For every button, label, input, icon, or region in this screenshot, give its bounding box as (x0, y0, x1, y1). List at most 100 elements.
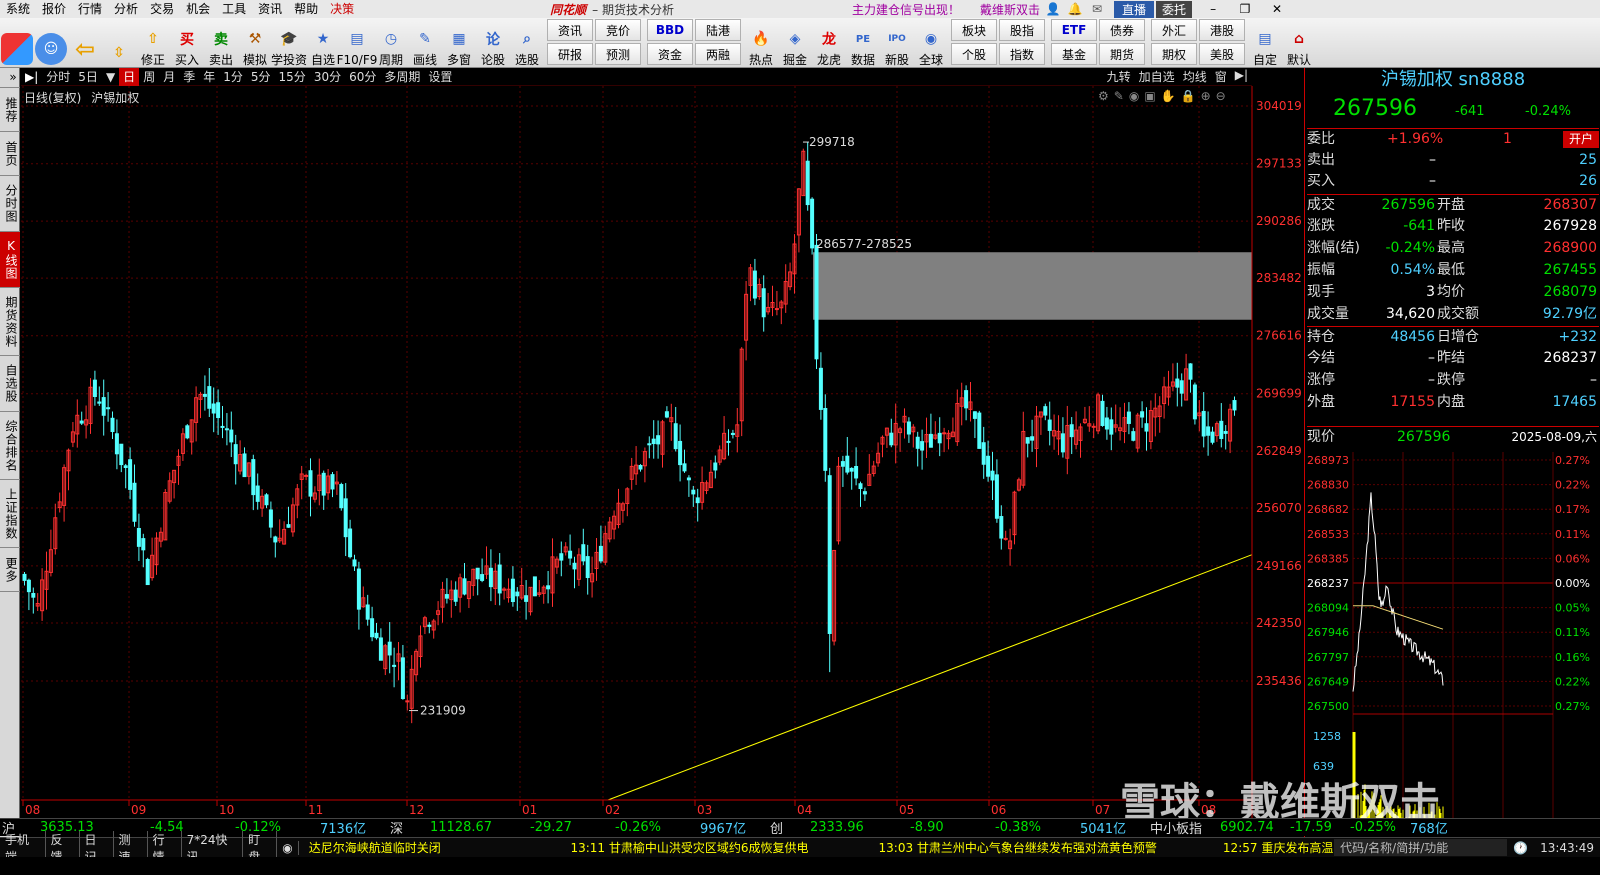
grid2-stock[interactable]: 个股 (951, 43, 997, 65)
toolbar-btn-multiwindow[interactable]: ▦ 多窗 (443, 19, 475, 67)
assistant-button[interactable]: ☺ (35, 19, 67, 67)
search-input[interactable]: 代码/名称/简拼/功能 (1334, 839, 1508, 856)
grid2-hk[interactable]: 港股 (1199, 19, 1245, 41)
menu-decision[interactable]: 决策 (324, 0, 360, 18)
menu-trade[interactable]: 交易 (144, 0, 180, 18)
tool-jiuzhuan[interactable]: 九转 (1103, 68, 1135, 85)
ad-link-2[interactable]: 戴维斯双击 (980, 1, 1040, 18)
news-item-1[interactable]: 达尼尔海峡航道临时关闭 (309, 839, 501, 856)
news-scroll-icon[interactable]: ◉ (277, 840, 299, 855)
tab-more[interactable]: 更多 (0, 548, 20, 592)
tab-futures-info[interactable]: 期货资料 (0, 288, 20, 356)
delegate-button[interactable]: 委托 (1156, 0, 1193, 18)
grid1-bbd[interactable]: BBD (647, 19, 693, 41)
menu-news[interactable]: 资讯 (252, 0, 288, 18)
ad-link-1[interactable]: 主力建仓信号出现！ (852, 1, 960, 18)
period-5day[interactable]: 5日 (74, 68, 102, 86)
toolbar-btn-f10[interactable]: ▤ F10/F9 (337, 19, 378, 67)
tool-ma[interactable]: 均线 (1179, 68, 1211, 85)
grid1-research[interactable]: 研报 (547, 43, 593, 65)
toolbar-btn-dragon[interactable]: 龙龙虎 (813, 19, 845, 67)
menu-help[interactable]: 帮助 (288, 0, 324, 18)
period-week[interactable]: 周 (139, 68, 159, 86)
mail-icon[interactable]: ✉ (1088, 2, 1106, 16)
toolbar-btn-period[interactable]: ◷ 周期 (375, 19, 407, 67)
grid1-auction[interactable]: 竞价 (595, 19, 641, 41)
grid2-forex[interactable]: 外汇 (1151, 19, 1197, 41)
bell-icon[interactable]: 🔔 (1066, 2, 1084, 16)
zx-index[interactable]: 6902.74 (1220, 820, 1290, 835)
grid2-fund[interactable]: 基金 (1051, 43, 1097, 65)
tab-recommend[interactable]: 推荐 (0, 88, 20, 132)
period-multi[interactable]: 多周期 (380, 68, 424, 86)
toolbar-btn-global[interactable]: ◉ 全球 (915, 19, 947, 67)
toolbar-btn-default[interactable]: ⌂ 默认 (1283, 19, 1315, 67)
period-60min[interactable]: 60分 (345, 68, 380, 86)
period-15min[interactable]: 15分 (275, 68, 310, 86)
toolbar-btn-screener[interactable]: ⌕ 选股 (511, 19, 543, 67)
toolbar-btn-simulate[interactable]: ⚒ 模拟 (239, 19, 271, 67)
grid2-us[interactable]: 美股 (1199, 43, 1245, 65)
app-logo-button[interactable] (1, 19, 33, 67)
restore-icon[interactable]: ❐ (1234, 2, 1256, 16)
tool-add-watch[interactable]: 加自选 (1135, 68, 1179, 85)
grid1-forecast[interactable]: 预测 (595, 43, 641, 65)
trend-line[interactable] (607, 554, 1253, 801)
toolbar-btn-custom[interactable]: ▤ 自定 (1249, 19, 1281, 67)
menu-tools[interactable]: 工具 (216, 0, 252, 18)
period-30min[interactable]: 30分 (310, 68, 345, 86)
back-button[interactable]: ⇦ (69, 19, 101, 67)
period-month[interactable]: 月 (159, 68, 179, 86)
grid1-margin[interactable]: 两融 (695, 43, 741, 65)
toolbar-btn-hot[interactable]: 🔥 热点 (745, 19, 777, 67)
toolbar-btn-forum[interactable]: 论论股 (477, 19, 509, 67)
live-button[interactable]: 直播 (1114, 0, 1155, 18)
tab-sh-index[interactable]: 上证指数 (0, 480, 20, 548)
menu-quote[interactable]: 报价 (36, 0, 72, 18)
toolbar-btn-fix[interactable]: ⇧ 修正 (137, 19, 169, 67)
toolbar-btn-buy[interactable]: 买买入 (171, 19, 203, 67)
grid1-hk-connect[interactable]: 陆港 (695, 19, 741, 41)
expand-icon[interactable]: ▶| (21, 68, 42, 86)
toolbar-btn-data[interactable]: PE 数据 (847, 19, 879, 68)
period-1min[interactable]: 1分 (219, 68, 247, 86)
grid1-funds[interactable]: 资金 (647, 43, 693, 65)
close-icon[interactable]: ✕ (1266, 2, 1288, 16)
menu-analysis[interactable]: 分析 (108, 0, 144, 18)
period-5min[interactable]: 5分 (247, 68, 275, 86)
period-settings[interactable]: 设置 (424, 68, 456, 86)
menu-market[interactable]: 行情 (72, 0, 108, 18)
grid2-index-futures[interactable]: 股指 (999, 19, 1045, 41)
period-timeshare[interactable]: 分时 (42, 68, 74, 86)
toolbar-btn-sell[interactable]: 卖卖出 (205, 19, 237, 67)
period-year[interactable]: 年 (199, 68, 219, 86)
user-icon[interactable]: 👤 (1044, 2, 1062, 16)
toolbar-btn-mine[interactable]: ◈ 掘金 (779, 19, 811, 67)
period-dropdown-icon[interactable]: ▼ (102, 68, 119, 86)
news-item-3[interactable]: 13:03 甘肃兰州中心气象台继续发布强对流黄色预警 (879, 839, 1157, 856)
up-down-button[interactable]: ⇳ (103, 19, 135, 67)
menu-opportunity[interactable]: 机会 (180, 0, 216, 18)
grid2-sector[interactable]: 板块 (951, 19, 997, 41)
period-quarter[interactable]: 季 (179, 68, 199, 86)
sz-index[interactable]: 11128.67 (430, 820, 530, 835)
tab-kline[interactable]: K线图 (0, 232, 20, 288)
tab-ranking[interactable]: 综合排名 (0, 412, 20, 480)
grid2-futures[interactable]: 期货 (1099, 43, 1145, 65)
kline-chart[interactable]: 304019 297133 290286 283482 276616 269699 2628… (21, 86, 1304, 818)
minimize-icon[interactable]: – (1202, 2, 1224, 16)
toolbar-btn-draw[interactable]: ✎ 画线 (409, 19, 441, 67)
grid2-bond[interactable]: 债券 (1099, 19, 1145, 41)
open-account-button[interactable]: 开户 (1562, 131, 1599, 148)
toolbar-btn-ipo[interactable]: IPO 新股 (881, 19, 913, 67)
grid2-index[interactable]: 指数 (999, 43, 1045, 65)
tab-timeshare[interactable]: 分时图 (0, 176, 20, 232)
news-item-2[interactable]: 13:11 甘肃榆中山洪受灾区域约6成恢复供电 (570, 839, 808, 856)
toolbar-btn-learn[interactable]: 🎓 学投资 (271, 19, 307, 67)
grid1-news[interactable]: 资讯 (547, 19, 593, 41)
grid2-options[interactable]: 期权 (1151, 43, 1197, 65)
grid2-etf[interactable]: ETF (1051, 19, 1097, 41)
collapse-right-icon[interactable]: ▶| (1231, 68, 1252, 85)
toolbar-btn-watchlist[interactable]: ★ 自选 (307, 19, 339, 67)
tab-home[interactable]: 首页 (0, 132, 20, 176)
